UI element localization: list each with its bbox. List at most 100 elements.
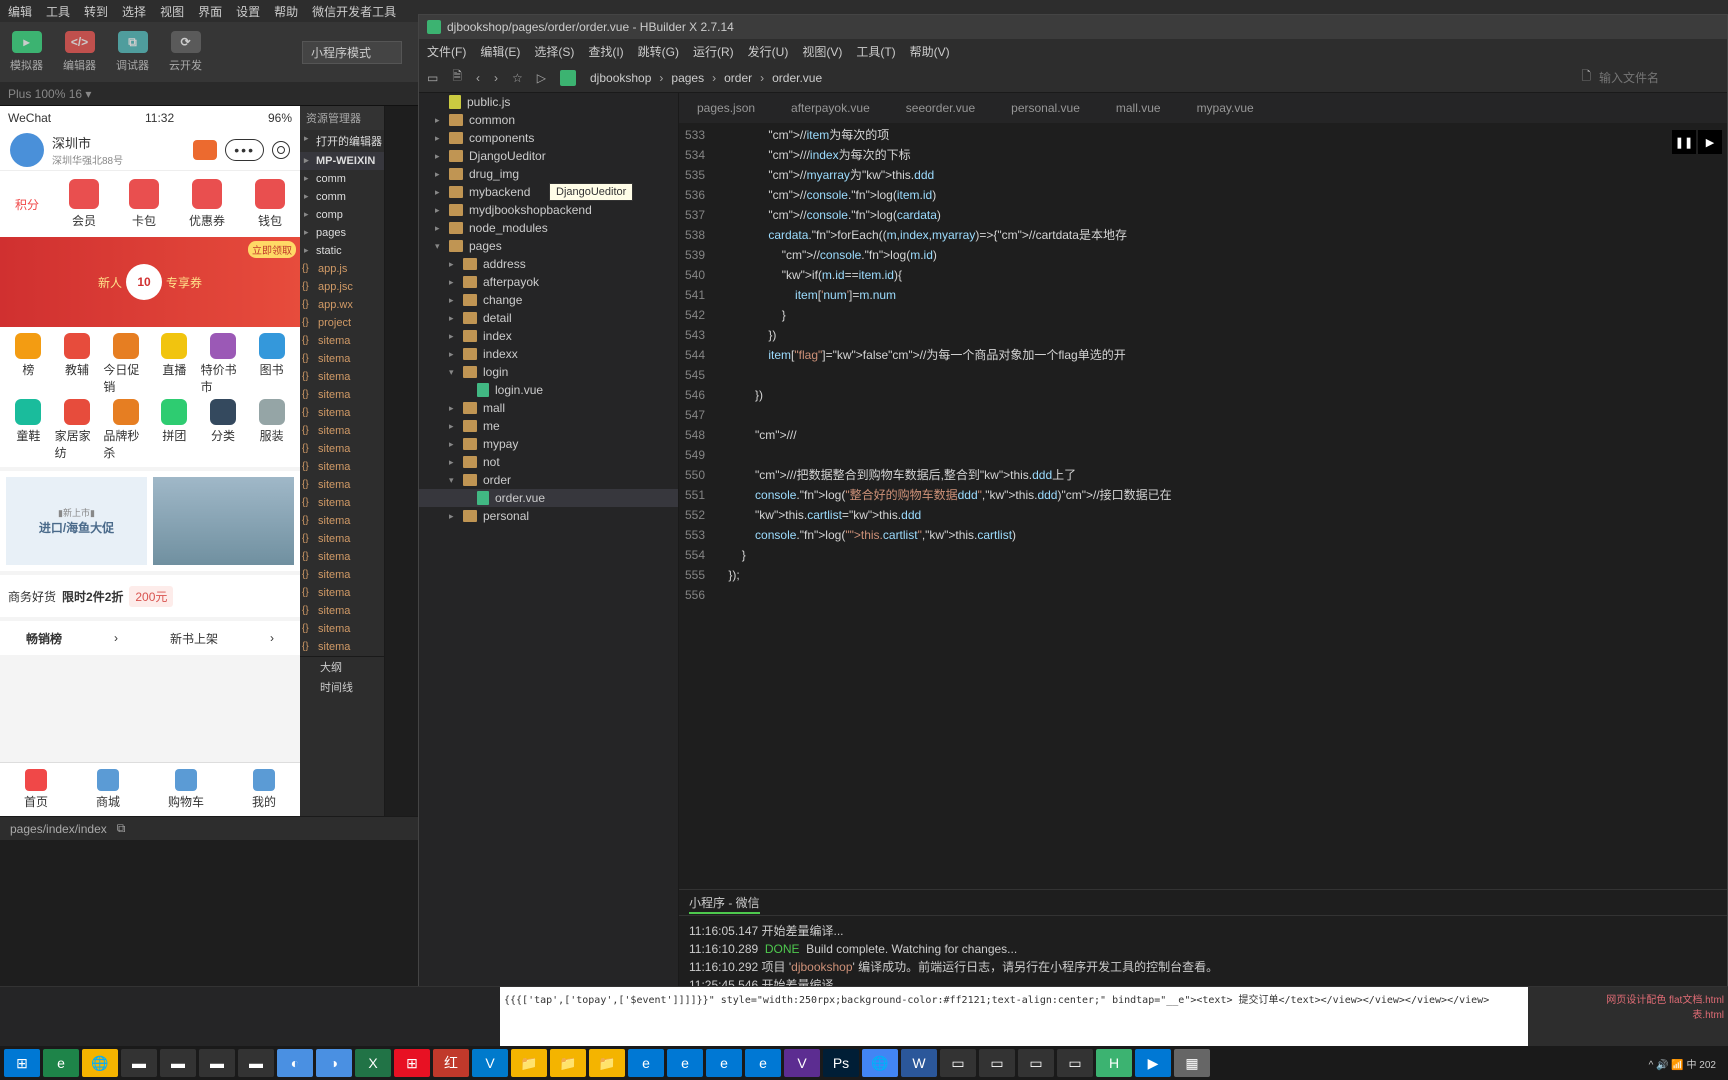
- tree-item[interactable]: not: [419, 453, 678, 471]
- taskbar-app[interactable]: e: [628, 1049, 664, 1077]
- taskbar-app[interactable]: ▬: [160, 1049, 196, 1077]
- tab-new[interactable]: 新书上架: [170, 630, 218, 647]
- tree-file[interactable]: sitema: [300, 566, 384, 584]
- menu-settings[interactable]: 设置: [236, 3, 260, 20]
- hb-menu-item[interactable]: 帮助(V): [910, 43, 950, 60]
- taskbar-app[interactable]: V: [472, 1049, 508, 1077]
- taskbar-app[interactable]: 🌐: [82, 1049, 118, 1077]
- quick-item[interactable]: 优惠券: [189, 179, 225, 229]
- hb-menu-item[interactable]: 发行(U): [748, 43, 789, 60]
- taskbar-app[interactable]: 📁: [550, 1049, 586, 1077]
- promo-banner[interactable]: 立即领取 新人 10 专享券: [0, 237, 300, 327]
- tree-file[interactable]: sitema: [300, 530, 384, 548]
- timeline-section[interactable]: 时间线: [300, 677, 384, 697]
- menu-view[interactable]: 视图: [160, 3, 184, 20]
- mode-select[interactable]: 小程序模式: [302, 41, 402, 64]
- tree-item[interactable]: drug_img: [419, 165, 678, 183]
- tree-item[interactable]: order: [419, 471, 678, 489]
- tree-item[interactable]: detail: [419, 309, 678, 327]
- file-search-input[interactable]: [1599, 71, 1719, 85]
- tree-file[interactable]: sitema: [300, 422, 384, 440]
- taskbar-app[interactable]: ▬: [238, 1049, 274, 1077]
- next-icon[interactable]: ▶: [1698, 130, 1722, 154]
- tray[interactable]: ^ 🔊 📶 中 202: [1641, 1056, 1724, 1071]
- project-root[interactable]: MP-WEIXIN: [300, 152, 384, 170]
- hbuilder-menubar[interactable]: 文件(F)编辑(E)选择(S)查找(I)跳转(G)运行(R)发行(U)视图(V)…: [419, 39, 1727, 63]
- zoom-indicator[interactable]: Plus 100% 16 ▾: [8, 87, 91, 101]
- hb-menu-item[interactable]: 查找(I): [588, 43, 623, 60]
- hb-menu-item[interactable]: 视图(V): [802, 43, 842, 60]
- outline-section[interactable]: 大纲: [300, 657, 384, 677]
- taskbar-app[interactable]: 🌐: [862, 1049, 898, 1077]
- editor-tab[interactable]: seeorder.vue: [888, 93, 993, 123]
- wxml-snippet[interactable]: {{{['tap',['topay',['$event']]]]}}" styl…: [500, 987, 1528, 1046]
- cat-item[interactable]: 品牌秒杀: [103, 399, 148, 461]
- tree-file[interactable]: sitema: [300, 440, 384, 458]
- nav-mall[interactable]: 商城: [96, 769, 120, 810]
- cat-item[interactable]: 家居家纺: [55, 399, 100, 461]
- tree-file[interactable]: sitema: [300, 602, 384, 620]
- menu-edit[interactable]: 编辑: [8, 3, 32, 20]
- tree-file[interactable]: sitema: [300, 548, 384, 566]
- quick-item[interactable]: 钱包: [255, 179, 285, 229]
- taskbar-app[interactable]: ▬: [199, 1049, 235, 1077]
- hb-menu-item[interactable]: 文件(F): [427, 43, 466, 60]
- tree-file[interactable]: app.js: [300, 260, 384, 278]
- tree-file[interactable]: sitema: [300, 638, 384, 656]
- taskbar-app[interactable]: Ps: [823, 1049, 859, 1077]
- hb-menu-item[interactable]: 工具(T): [856, 43, 895, 60]
- nav-me[interactable]: 我的: [252, 769, 276, 810]
- menu-select[interactable]: 选择: [122, 3, 146, 20]
- taskbar-app[interactable]: V: [784, 1049, 820, 1077]
- simulator-toggle[interactable]: ▸模拟器: [10, 31, 43, 73]
- tree-file[interactable]: app.jsc: [300, 278, 384, 296]
- tree-item[interactable]: address: [419, 255, 678, 273]
- debugger-toggle[interactable]: ⧉调试器: [116, 31, 149, 73]
- taskbar-app[interactable]: e: [667, 1049, 703, 1077]
- tree-folder[interactable]: pages: [300, 224, 384, 242]
- tree-folder[interactable]: comp: [300, 206, 384, 224]
- app-icon[interactable]: [560, 70, 576, 86]
- editor-tab[interactable]: mall.vue: [1098, 93, 1179, 123]
- taskbar-app[interactable]: 📁: [511, 1049, 547, 1077]
- tree-item[interactable]: mydjbookshopbackend: [419, 201, 678, 219]
- menu-goto[interactable]: 转到: [84, 3, 108, 20]
- menu-help[interactable]: 帮助: [274, 3, 298, 20]
- taskbar-app[interactable]: e: [745, 1049, 781, 1077]
- cat-item[interactable]: 榜: [6, 333, 51, 395]
- tree-file[interactable]: sitema: [300, 368, 384, 386]
- tree-item[interactable]: public.js: [419, 93, 678, 111]
- taskbar-app[interactable]: W: [901, 1049, 937, 1077]
- taskbar-app[interactable]: ▭: [1018, 1049, 1054, 1077]
- deal-bar[interactable]: 商务好货 限时2件2折 200元: [0, 575, 300, 617]
- editor-tab[interactable]: afterpayok.vue: [773, 93, 888, 123]
- taskbar-app[interactable]: ◑: [316, 1049, 352, 1077]
- tab-bestseller[interactable]: 畅销榜: [26, 630, 62, 647]
- windows-taskbar[interactable]: ⊞e🌐▬▬▬▬◐◑X⊞红V📁📁📁eeeeVPs🌐W▭▭▭▭H▶▦^ 🔊 📶 中 …: [0, 1046, 1728, 1080]
- cat-item[interactable]: 直播: [152, 333, 197, 395]
- menu-wxdevtools[interactable]: 微信开发者工具: [312, 3, 396, 20]
- tree-item[interactable]: login.vue: [419, 381, 678, 399]
- terminal-tab[interactable]: 小程序 - 微信: [679, 890, 1727, 916]
- taskbar-app[interactable]: ▬: [121, 1049, 157, 1077]
- editor-toggle[interactable]: </>编辑器: [63, 31, 96, 73]
- tree-item[interactable]: indexx: [419, 345, 678, 363]
- tree-file[interactable]: sitema: [300, 350, 384, 368]
- tree-item[interactable]: change: [419, 291, 678, 309]
- breadcrumb[interactable]: djbookshop › pages › order › order.vue: [590, 71, 822, 85]
- recent-files[interactable]: 网页设计配色 flat文档.html 表.html: [1528, 987, 1728, 1046]
- tree-item[interactable]: me: [419, 417, 678, 435]
- video-controls[interactable]: ❚❚ ▶: [1672, 130, 1722, 154]
- editor-tab[interactable]: pages.json: [679, 93, 773, 123]
- taskbar-app[interactable]: ◐: [277, 1049, 313, 1077]
- tree-item[interactable]: components: [419, 129, 678, 147]
- menu-tools[interactable]: 工具: [46, 3, 70, 20]
- tree-file[interactable]: sitema: [300, 584, 384, 602]
- run-icon[interactable]: ▷: [537, 71, 546, 85]
- tree-file[interactable]: sitema: [300, 332, 384, 350]
- hb-menu-item[interactable]: 跳转(G): [638, 43, 679, 60]
- menu-ui[interactable]: 界面: [198, 3, 222, 20]
- open-editors[interactable]: 打开的编辑器: [300, 130, 384, 152]
- tree-item[interactable]: login: [419, 363, 678, 381]
- tree-file[interactable]: sitema: [300, 458, 384, 476]
